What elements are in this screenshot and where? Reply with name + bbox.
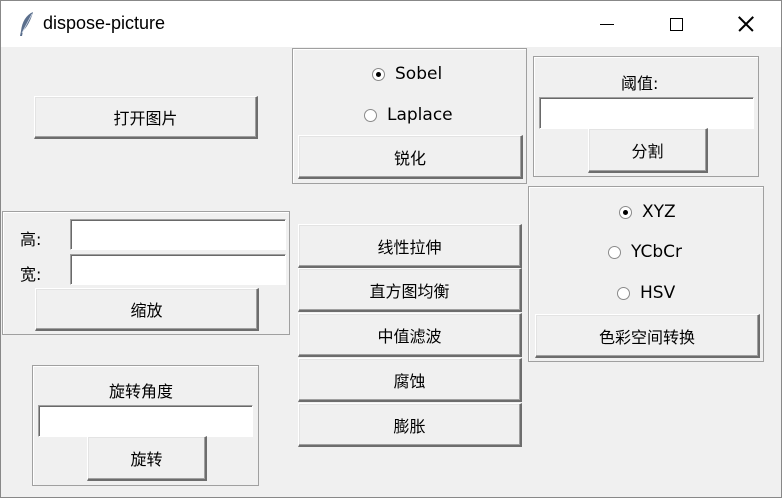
maximize-button[interactable]	[653, 1, 699, 47]
radio-label: HSV	[640, 283, 676, 303]
window-title: dispose-picture	[43, 13, 166, 33]
height-input[interactable]	[70, 219, 286, 250]
color-convert-button[interactable]: 色彩空间转换	[535, 314, 760, 358]
minimize-button[interactable]	[584, 1, 630, 47]
median-filter-button[interactable]: 中值滤波	[298, 313, 522, 357]
radio-hsv[interactable]: HSV	[617, 283, 675, 303]
histogram-equalize-button[interactable]: 直方图均衡	[298, 268, 522, 312]
close-button[interactable]	[723, 1, 769, 47]
title-bar[interactable]: dispose-picture	[1, 1, 781, 47]
radio-ycbcr[interactable]: YCbCr	[608, 242, 682, 262]
radio-indicator	[619, 205, 632, 219]
split-button[interactable]: 分割	[588, 128, 708, 173]
radio-laplace[interactable]: Laplace	[364, 105, 453, 125]
feather-icon	[20, 12, 33, 36]
erode-button[interactable]: 腐蚀	[298, 358, 522, 402]
height-label: 高:	[20, 230, 42, 249]
radio-label: Laplace	[387, 105, 453, 125]
rotate-angle-label: 旋转角度	[109, 382, 174, 401]
threshold-input[interactable]	[539, 97, 754, 129]
edge-frame: Sobel Laplace 锐化	[292, 48, 527, 184]
radio-indicator	[372, 67, 385, 81]
radio-sobel[interactable]: Sobel	[372, 64, 442, 84]
radio-xyz[interactable]: XYZ	[619, 202, 676, 222]
linear-stretch-button[interactable]: 线性拉伸	[298, 224, 522, 268]
threshold-label: 阈值:	[621, 74, 659, 93]
scale-button[interactable]: 缩放	[35, 288, 259, 331]
radio-label: XYZ	[642, 202, 676, 222]
close-icon	[738, 16, 754, 32]
dilate-button[interactable]: 膨胀	[298, 403, 522, 447]
resize-frame: 高: 宽: 缩放	[2, 211, 290, 335]
radio-label: Sobel	[395, 64, 443, 84]
rotate-button[interactable]: 旋转	[87, 436, 207, 481]
radio-indicator	[608, 245, 621, 259]
radio-label: YCbCr	[631, 242, 682, 262]
radio-indicator	[364, 108, 377, 122]
width-label: 宽:	[20, 265, 42, 284]
radio-indicator	[617, 286, 630, 300]
color-space-frame: XYZ YCbCr HSV 色彩空间转换	[528, 186, 764, 362]
rotate-frame: 旋转角度 旋转	[32, 365, 259, 486]
open-image-button[interactable]: 打开图片	[34, 96, 258, 139]
maximize-icon	[669, 17, 683, 31]
threshold-frame: 阈值: 分割	[533, 56, 759, 177]
sharpen-button[interactable]: 锐化	[298, 135, 523, 179]
rotate-angle-input[interactable]	[38, 405, 253, 437]
app-window: dispose-picture 打开图片 Sobel Laplace 锐化 阈值…	[0, 0, 782, 498]
minimize-icon	[600, 23, 614, 25]
width-input[interactable]	[70, 254, 286, 285]
